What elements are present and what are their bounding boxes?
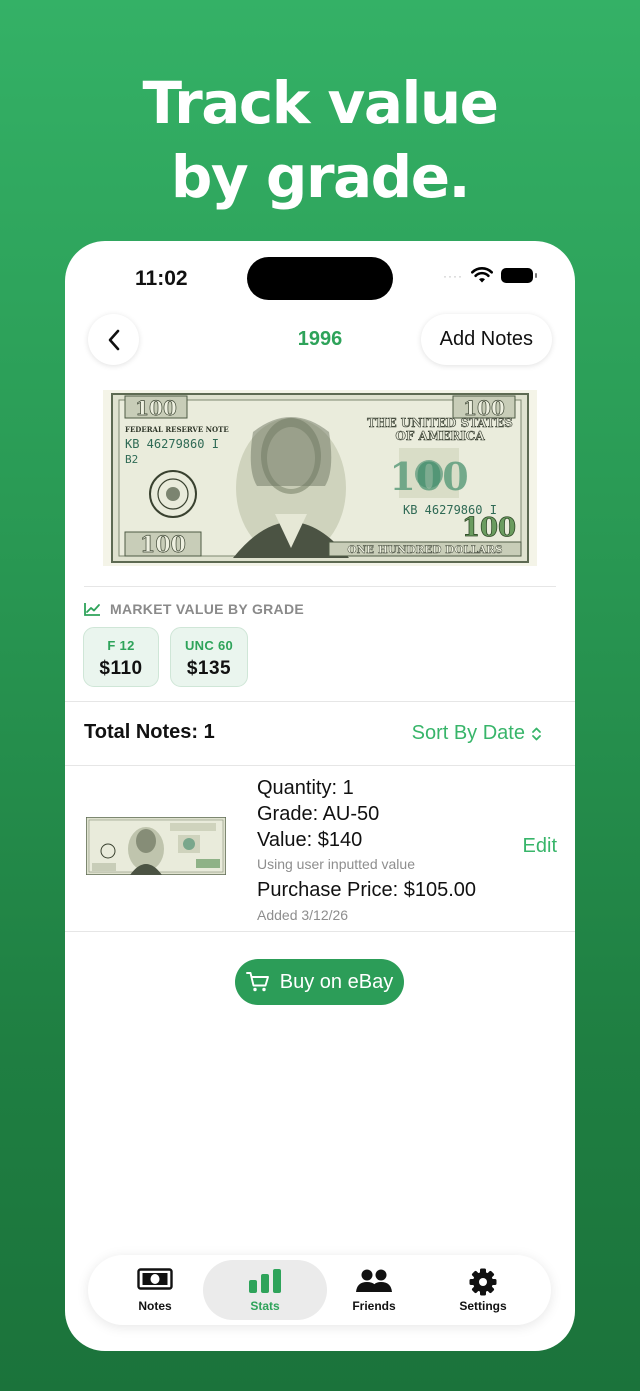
banknote-right-100: 100 [462,513,516,543]
banknote-image: 100 100 FEDERAL RESERVE NOTE KB 46279860… [103,390,537,566]
note-grade: Grade: AU-50 [257,803,380,825]
buy-on-ebay-button[interactable]: Buy on eBay [235,959,404,1005]
people-icon [312,1268,436,1298]
tab-settings-label: Settings [459,1299,507,1313]
trend-chart-icon [84,603,100,616]
headline: Track value by grade. [0,66,640,214]
tab-bar: Notes Stats Friends Settings [88,1255,551,1325]
headline-line-1: Track value [142,69,499,137]
banknote-bottom-text: ONE HUNDRED DOLLARS [347,544,502,556]
note-details: Quantity: 1 Grade: AU-50 Value: $140 Usi… [257,775,476,926]
divider [65,765,575,766]
note-added-date: Added 3/12/26 [257,907,349,923]
banknote-serial-left: KB 46279860 I [125,437,219,451]
headline-line-2: by grade. [170,143,471,211]
note-purchase-price: Purchase Price: $105.00 [257,879,477,901]
divider [65,931,575,932]
tab-notes-label: Notes [138,1299,172,1313]
gear-icon [421,1268,545,1298]
banknote-country-line-2: OF AMERICA [395,429,485,443]
tab-friends[interactable]: Friends [312,1260,436,1320]
sort-button[interactable]: Sort By Date [412,722,542,745]
divider [65,701,575,702]
grade-chip-grade: F 12 [107,638,135,653]
banknote-icon [93,1268,217,1298]
add-notes-button[interactable]: Add Notes [420,314,552,365]
note-value-source: Using user inputted value [257,856,415,872]
divider [84,586,556,587]
banknote-reserve-label: FEDERAL RESERVE NOTE [125,425,229,434]
note-thumbnail[interactable] [86,817,226,875]
chevron-up-down-icon [532,727,541,740]
banknote-country-line-1: THE UNITED STATES [367,416,513,430]
cart-icon [245,972,269,992]
market-value-heading: MARKET VALUE BY GRADE [84,601,304,617]
grade-chip-value: $135 [186,658,232,679]
tab-notes[interactable]: Notes [93,1260,217,1320]
status-indicators: ···· [443,267,537,284]
buy-on-ebay-label: Buy on eBay [279,970,394,993]
grade-chip-unc60[interactable]: UNC 60 $135 [170,627,248,687]
tab-friends-label: Friends [352,1299,396,1313]
grade-chip-f12[interactable]: F 12 $110 [83,627,159,687]
tab-stats[interactable]: Stats [203,1260,327,1320]
banknote-bottom-left-100: 100 [140,532,186,558]
grade-chip-grade: UNC 60 [184,638,234,653]
note-value: Value: $140 [257,829,363,851]
bar-chart-icon [203,1268,327,1298]
banknote-top-left-100: 100 [135,396,177,420]
dynamic-island [247,257,393,300]
status-time: 11:02 [135,267,188,290]
sort-label: Sort By Date [411,722,525,744]
grade-chip-value: $110 [99,658,143,679]
phone-screen: 11:02 ···· 1996 Add Notes 100 100 FEDERA… [65,241,575,1351]
banknote-sub-code: B2 [125,453,138,466]
signal-icon: ···· [443,268,463,283]
wifi-icon [471,267,493,283]
tab-stats-label: Stats [250,1299,280,1313]
note-quantity: Quantity: 1 [257,777,354,799]
tab-settings[interactable]: Settings [421,1260,545,1320]
total-notes: Total Notes: 1 [84,721,215,743]
battery-icon [501,268,537,283]
market-value-heading-label: MARKET VALUE BY GRADE [110,601,305,617]
edit-button[interactable]: Edit [523,835,557,858]
